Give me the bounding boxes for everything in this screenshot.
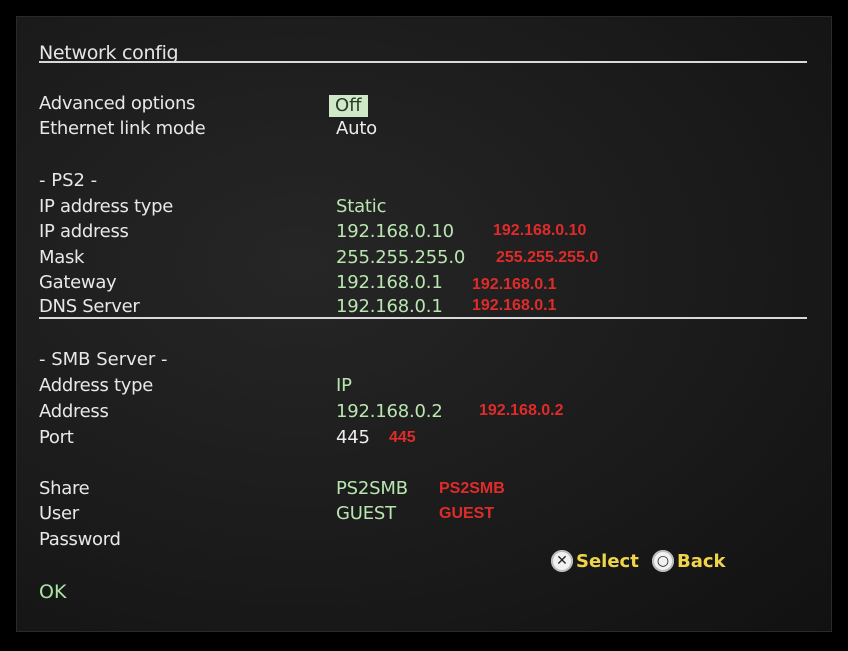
ip-address-label: IP address [39, 221, 129, 242]
mask-label: Mask [39, 247, 85, 268]
select-hint-label: Select [576, 550, 639, 572]
back-hint-label: Back [677, 550, 726, 572]
advanced-options-toggle[interactable]: Off [329, 95, 368, 117]
title-divider [39, 61, 807, 63]
dns-server-annotation: 192.168.0.1 [472, 297, 557, 314]
dns-server-label: DNS Server [39, 296, 140, 317]
address-label: Address [39, 401, 109, 422]
ip-address-type-label: IP address type [39, 196, 174, 217]
address-type-label: Address type [39, 375, 154, 396]
address-value[interactable]: 192.168.0.2 [336, 401, 443, 422]
mask-annotation: 255.255.255.0 [496, 249, 599, 266]
share-value[interactable]: PS2SMB [336, 478, 408, 499]
address-type-value[interactable]: IP [336, 375, 352, 396]
ip-address-type-value[interactable]: Static [336, 196, 386, 217]
section-divider [39, 317, 807, 319]
circle-button-icon: ○ [652, 550, 674, 572]
select-hint[interactable]: ✕ Select [551, 550, 639, 572]
smb-section-heading: - SMB Server - [39, 349, 168, 370]
ps2-section-heading: - PS2 - [39, 170, 98, 191]
ok-button[interactable]: OK [39, 581, 66, 603]
user-value[interactable]: GUEST [336, 503, 396, 524]
user-annotation: GUEST [439, 505, 495, 522]
address-annotation: 192.168.0.2 [479, 402, 564, 419]
gateway-label: Gateway [39, 272, 117, 293]
share-label: Share [39, 478, 90, 499]
ethernet-link-mode-label: Ethernet link mode [39, 118, 206, 139]
dns-server-value[interactable]: 192.168.0.1 [336, 296, 443, 317]
ip-address-value[interactable]: 192.168.0.10 [336, 221, 454, 242]
back-hint[interactable]: ○ Back [652, 550, 726, 572]
ip-address-annotation: 192.168.0.10 [493, 222, 587, 239]
port-annotation: 445 [389, 429, 416, 446]
gateway-value[interactable]: 192.168.0.1 [336, 272, 443, 293]
share-annotation: PS2SMB [439, 480, 505, 497]
mask-value[interactable]: 255.255.255.0 [336, 247, 465, 268]
network-config-screen: Network config Advanced options Off Ethe… [16, 16, 832, 632]
ethernet-link-mode-value[interactable]: Auto [336, 118, 377, 139]
gateway-annotation: 192.168.0.1 [472, 276, 557, 293]
port-label: Port [39, 427, 74, 448]
cross-button-icon: ✕ [551, 550, 573, 572]
user-label: User [39, 503, 79, 524]
password-value[interactable] [336, 529, 476, 551]
password-label: Password [39, 529, 121, 550]
advanced-options-label: Advanced options [39, 93, 196, 114]
port-value[interactable]: 445 [336, 427, 370, 448]
